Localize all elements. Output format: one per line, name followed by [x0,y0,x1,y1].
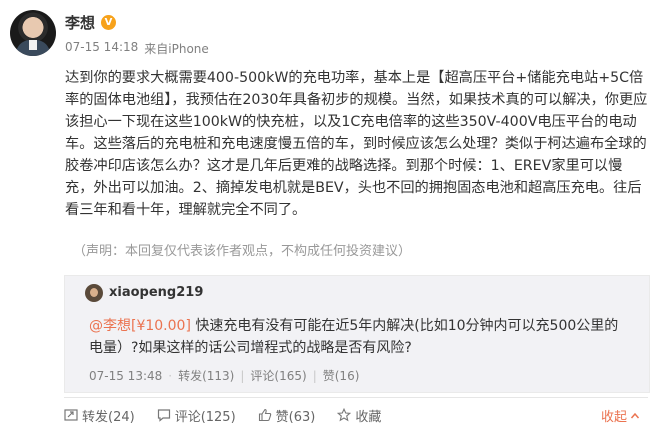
collapse-button[interactable]: 收起 [601,406,640,425]
post-time[interactable]: 07-15 14:18 [65,40,138,57]
author-name-row: 李想 V [65,12,117,33]
thumbs-up-icon [258,408,271,422]
post-meta: 07-15 14:18 来自iPhone [65,40,209,57]
reply-like-link[interactable]: 赞(16) [323,367,360,384]
author-name[interactable]: 李想 [65,12,95,33]
repost-button[interactable]: 转发(24) [64,406,135,425]
favorite-label: 收藏 [355,409,382,425]
quoted-reply: xiaopeng219 @李想[¥10.00] 快速充电有没有可能在近5年内解决… [64,275,650,393]
like-button[interactable]: 赞(63) [258,406,316,425]
favorite-button[interactable]: 收藏 [337,406,381,425]
repost-icon [64,409,78,421]
star-icon [337,408,352,422]
action-bar: 转发(24) 评论(125) 赞(63) 收藏 收起 [64,403,648,427]
post-text: 达到你的要求大概需要400-500kW的充电功率，基本上是【超高压平台+储能充电… [65,70,648,218]
reply-meta: 07-15 13:48 · 转发(113) | 评论(165) | 赞(16) [89,367,360,384]
reply-avatar[interactable] [85,284,103,302]
reply-text: @李想[¥10.00] 快速充电有没有可能在近5年内解决(比如10分钟内可以充5… [89,315,629,359]
repost-label: 转发(24) [82,409,135,425]
verified-badge-icon: V [101,15,117,30]
divider [64,397,648,398]
reply-username[interactable]: xiaopeng219 [109,285,203,300]
disclaimer-text: （声明：本回复仅代表该作者观点，不构成任何投资建议） [73,244,412,259]
collapse-label: 收起 [600,410,627,425]
reply-time: 07-15 13:48 [89,368,163,383]
comment-label: 评论(125) [174,409,236,425]
comment-button[interactable]: 评论(125) [157,406,236,425]
reply-mention-link[interactable]: @李想[¥10.00] [89,318,191,334]
author-avatar[interactable] [10,10,56,56]
comment-icon [157,409,170,422]
reply-repost-link[interactable]: 转发(113) [178,367,234,384]
post-source: 来自iPhone [144,42,209,56]
like-label: 赞(63) [275,409,316,425]
reply-comment-link[interactable]: 评论(165) [250,367,306,384]
chevron-up-icon [630,412,640,418]
